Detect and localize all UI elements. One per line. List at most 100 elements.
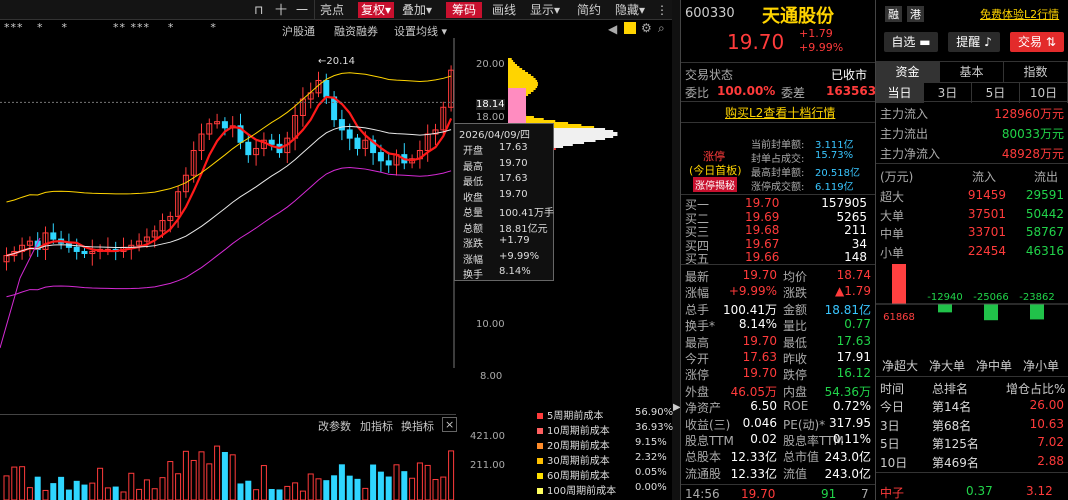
- simple-button[interactable]: 简约: [577, 2, 601, 18]
- rank-period: 3日: [880, 418, 900, 433]
- volume-bar: [331, 475, 338, 500]
- legend-swatch: [537, 488, 543, 494]
- limit-sub: (今日首板): [689, 164, 742, 177]
- candle-body: [323, 79, 330, 98]
- arrow-icon[interactable]: ◀: [608, 22, 617, 36]
- zoom-in-button[interactable]: 十: [275, 2, 287, 18]
- quote-label: 量比: [783, 319, 808, 334]
- volume-bar: [440, 476, 447, 500]
- quote-value: 46.05万: [730, 384, 777, 399]
- quote-label: 跌停: [783, 368, 808, 383]
- y-tick-8: 8.00: [480, 371, 503, 382]
- quote-label: 涨停: [685, 368, 710, 383]
- volume-bar: [385, 476, 392, 500]
- zoom-out-button[interactable]: 一: [296, 2, 308, 18]
- volume-bar: [104, 487, 111, 500]
- chip-icon[interactable]: [624, 22, 636, 34]
- quote-value: 18.74: [836, 268, 871, 282]
- rank-pos: 第14名: [932, 400, 972, 414]
- hide-button[interactable]: 隐藏▾: [615, 2, 645, 18]
- quote-value: 100.41万: [723, 302, 777, 317]
- edit-params-button[interactable]: 改参数: [318, 418, 351, 434]
- flow-in: 91459: [967, 188, 1006, 202]
- quote-label: 均价: [783, 270, 808, 284]
- quote-label: 换手*: [685, 319, 716, 334]
- limit-reveal-button[interactable]: 涨停揭秘: [693, 177, 737, 192]
- stock-code: 600330: [685, 6, 735, 21]
- volume-bar: [448, 450, 455, 500]
- chips-button[interactable]: 筹码: [446, 2, 483, 18]
- close-icon[interactable]: ×: [442, 417, 458, 432]
- kline-chart[interactable]: [0, 38, 456, 368]
- flow-value: 48928万元: [1001, 147, 1064, 161]
- volume-bar: [151, 488, 158, 500]
- tooltip-value: 100.41万手: [499, 208, 554, 219]
- quote-label: 最低: [783, 335, 808, 350]
- lock-icon[interactable]: ⊓: [254, 2, 263, 18]
- adjust-button[interactable]: 复权▾: [358, 2, 395, 18]
- buy-l2-link[interactable]: 购买L2查看十档行情: [725, 104, 835, 121]
- volume-chart: [3, 445, 455, 500]
- limit-value: 6.119亿: [815, 182, 854, 193]
- remind-button[interactable]: 提醒 ♪: [948, 32, 1000, 52]
- volume-bar: [175, 473, 182, 500]
- limit-label: 涨停成交额:: [751, 182, 805, 193]
- quote-value: 19.70: [742, 268, 777, 282]
- more-icon[interactable]: ⋮: [656, 2, 668, 18]
- tooltip-label: 换手: [463, 270, 483, 281]
- quote-value: 6.50: [750, 399, 777, 414]
- volume-bar: [167, 461, 174, 500]
- bid-volume: 211: [844, 223, 867, 238]
- subtab-0[interactable]: 当日: [876, 83, 924, 103]
- search-icon[interactable]: ⌕: [658, 21, 665, 36]
- quote-label: 总手: [685, 302, 710, 317]
- net-bar: [1030, 304, 1044, 320]
- volume-bar: [276, 489, 283, 500]
- subtab-1[interactable]: 3日: [924, 83, 972, 103]
- trade-button[interactable]: 交易 ⇅: [1010, 32, 1064, 52]
- rank-period: 5日: [880, 437, 900, 451]
- subtab-3[interactable]: 10日: [1020, 83, 1068, 103]
- tab-1[interactable]: 基本: [940, 62, 1004, 82]
- volume-bar: [221, 451, 228, 500]
- overlay-button[interactable]: 叠加▾: [402, 2, 432, 18]
- tab-2[interactable]: 指数: [1004, 62, 1068, 82]
- limit-value: 20.518亿: [815, 168, 860, 179]
- candle-body: [346, 129, 353, 139]
- volume-bar: [214, 445, 221, 500]
- volume-bar: [34, 476, 41, 500]
- net-name: 净超大: [882, 359, 919, 373]
- swap-indicator-button[interactable]: 换指标: [401, 418, 434, 434]
- quote-value: 17.91: [836, 350, 871, 364]
- rank-pos: 第68名: [932, 418, 972, 433]
- volume-bar: [424, 464, 431, 500]
- legend-label: 30周期前成本: [547, 456, 610, 467]
- highlight-button[interactable]: 亮点: [320, 2, 344, 18]
- rank-pos: 第125名: [932, 437, 979, 451]
- rank-pct: 2.88: [1037, 453, 1064, 468]
- hk-connect-link[interactable]: 沪股通: [282, 23, 315, 39]
- volume-bar: [307, 473, 314, 500]
- display-button[interactable]: 显示▾: [530, 2, 560, 18]
- volume-bar: [416, 462, 423, 500]
- watchlist-button[interactable]: 自选 ▬: [884, 32, 938, 52]
- margin-link[interactable]: 融资融券: [334, 23, 378, 39]
- subtab-2[interactable]: 5日: [972, 83, 1020, 103]
- flow-label: 主力流入: [880, 107, 929, 121]
- ma-settings-link[interactable]: 设置均线 ▾: [394, 23, 447, 39]
- tab-0[interactable]: 资金: [876, 62, 940, 82]
- draw-button[interactable]: 画线: [492, 2, 516, 18]
- panel-splitter[interactable]: [672, 0, 680, 500]
- wb-label: 委比: [685, 86, 710, 100]
- price-pct: +9.99%: [799, 41, 844, 54]
- volume-bar: [229, 454, 236, 500]
- settings-icon[interactable]: ⚙: [641, 21, 652, 35]
- volume-bar: [128, 472, 135, 500]
- quote-value: 19.70: [742, 366, 777, 381]
- bid-volume: 157905: [821, 196, 867, 210]
- l2-trial-link[interactable]: 免费体验L2行情: [980, 6, 1059, 22]
- add-indicator-button[interactable]: 加指标: [360, 418, 393, 434]
- wb-value: 100.00%: [717, 84, 776, 98]
- ma5-line: [6, 95, 453, 257]
- limit-label: 当前封单额:: [751, 140, 805, 151]
